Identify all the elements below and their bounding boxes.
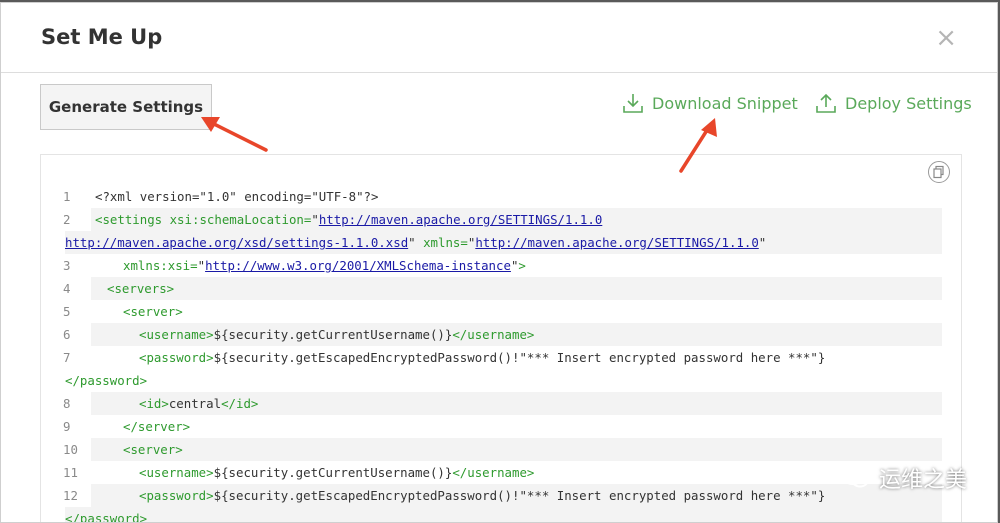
line-text: xmlns:xsi="http://www.w3.org/2001/XMLSch… [91,254,942,277]
password-value: ${security.getEscapedEncryptedPassword()… [213,350,826,365]
dialog-header: Set Me Up × [1,3,997,73]
server-open-tag: <server> [123,442,183,457]
schema-location-attr: xsi:schemaLocation= [162,212,312,227]
line-text: </password> [65,369,942,392]
code-lines: 1 <?xml version="1.0" encoding="UTF-8"?>… [41,185,961,523]
xsi-url-link[interactable]: http://www.w3.org/2001/XMLSchema-instanc… [205,258,511,273]
code-line: 12 <password>${security.getEscapedEncryp… [41,484,961,507]
code-line: 5 <server> [41,300,961,323]
password-open-tag: <password> [139,350,214,365]
username-close-tag: </username> [452,327,535,342]
code-line: 3 xmlns:xsi="http://www.w3.org/2001/XMLS… [41,254,961,277]
line-number: 10 [63,442,78,457]
line-number: 11 [63,465,78,480]
code-line: 11 <username>${security.getCurrentUserna… [41,461,961,484]
generate-settings-button[interactable]: Generate Settings [40,84,212,130]
line-text: <server> [91,300,942,323]
xmlns-xsi-attr: xmlns:xsi= [123,258,198,273]
download-snippet-link[interactable]: Download Snippet [622,92,798,114]
quote: " [408,235,416,250]
deploy-settings-link[interactable]: Deploy Settings [815,92,972,114]
line-text: <settings xsi:schemaLocation="http://mav… [91,208,942,231]
xmlns-url-link[interactable]: http://maven.apache.org/SETTINGS/1.1.0 [475,235,758,250]
tag-close: > [518,258,526,273]
server-open-tag: <server> [123,304,183,319]
line-number: 5 [63,304,71,319]
deploy-settings-label: Deploy Settings [845,93,972,113]
wechat-logo-icon [841,467,869,488]
download-icon [623,94,643,113]
xsd-url-link[interactable]: http://maven.apache.org/xsd/settings-1.1… [65,235,408,250]
quote: " [197,258,206,273]
line-number: 6 [63,327,71,342]
id-open-tag: <id> [139,396,169,411]
line-number: 7 [63,350,71,365]
line-number: 3 [63,258,71,273]
code-line-continuation: </password> [41,507,961,523]
code-line-continuation: http://maven.apache.org/xsd/settings-1.1… [41,231,961,254]
code-line: 8 <id>central</id> [41,392,961,415]
line-number: 1 [63,189,71,204]
copy-icon[interactable] [928,161,950,183]
code-snippet-panel: 1 <?xml version="1.0" encoding="UTF-8"?>… [40,154,962,523]
line-text: <password>${security.getEscapedEncrypted… [91,346,942,369]
download-snippet-label: Download Snippet [652,93,798,113]
quote: " [758,235,767,250]
line-text: <password>${security.getEscapedEncrypted… [91,484,942,507]
line-text: <servers> [91,277,942,300]
line-text: </server> [91,415,942,438]
line-text: http://maven.apache.org/xsd/settings-1.1… [65,231,942,254]
line-text: <username>${security.getCurrentUsername(… [91,461,942,484]
line-text: <server> [91,438,942,461]
id-close-tag: </id> [221,396,259,411]
code-line-continuation: </password> [41,369,961,392]
username-open-tag: <username> [139,327,214,342]
code-line: 4 <servers> [41,277,961,300]
watermark: 运维之美 [841,462,967,494]
close-icon[interactable]: × [935,23,957,53]
code-line: 9 </server> [41,415,961,438]
line-text: </password> [65,507,942,523]
password-value: ${security.getEscapedEncryptedPassword()… [213,488,826,503]
line-number: 4 [63,281,71,296]
line-text: <?xml version="1.0" encoding="UTF-8"?> [91,185,942,208]
line-number: 12 [63,488,78,503]
code-line: 1 <?xml version="1.0" encoding="UTF-8"?> [41,185,961,208]
server-close-tag: </server> [123,419,191,434]
password-open-tag: <password> [139,488,214,503]
line-text: <id>central</id> [91,392,942,415]
servers-open-tag: <servers> [107,281,175,296]
quote: " [311,212,319,227]
xml-declaration: <?xml version="1.0" encoding="UTF-8"?> [95,189,379,204]
settings-open-tag: <settings [95,212,163,227]
line-number: 9 [63,419,71,434]
username-value: ${security.getCurrentUsername()} [213,327,453,342]
password-close-tag: </password> [65,373,148,388]
username-close-tag: </username> [452,465,535,480]
line-text: <username>${security.getCurrentUsername(… [91,323,942,346]
upload-icon [816,93,836,113]
code-line: 2 <settings xsi:schemaLocation="http://m… [41,208,961,231]
line-number: 2 [63,212,71,227]
username-open-tag: <username> [139,465,214,480]
schema-url-link[interactable]: http://maven.apache.org/SETTINGS/1.1.0 [319,212,602,227]
xmlns-attr: xmlns= [415,235,468,250]
code-line: 6 <username>${security.getCurrentUsernam… [41,323,961,346]
code-line: 10 <server> [41,438,961,461]
id-value: central [168,396,222,411]
set-me-up-dialog: Set Me Up × Generate Settings Download S… [0,2,998,523]
line-number: 8 [63,396,71,411]
dialog-title: Set Me Up [41,25,163,49]
username-value: ${security.getCurrentUsername()} [213,465,453,480]
code-line: 7 <password>${security.getEscapedEncrypt… [41,346,961,369]
password-close-tag: </password> [65,511,148,523]
watermark-text: 运维之美 [878,468,967,493]
